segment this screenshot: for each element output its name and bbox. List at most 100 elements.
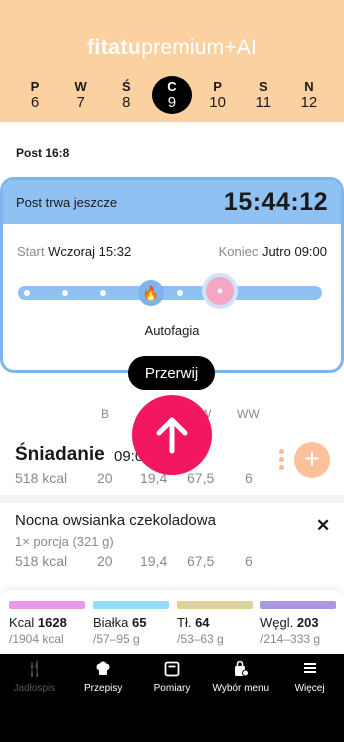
week-day-picker: P 6 W 7 Ś 8 C 9 P 10 S 11 N 12	[15, 76, 329, 114]
summary-kcal: Kcal 1628 /1904 kcal	[9, 601, 85, 646]
meal-w: 67,5	[187, 470, 215, 486]
protein-goal: /57–95 g	[93, 632, 140, 646]
day-letter: S	[258, 78, 268, 94]
fat-value: 64	[195, 615, 210, 630]
system-nav-area	[0, 700, 344, 742]
food-item-name[interactable]: Nocna owsianka czekoladowa	[15, 512, 216, 529]
nav-label: Przepisy	[84, 682, 123, 694]
fasting-card[interactable]: Post trwa jeszcze 15:44:12 Start Wczoraj…	[0, 177, 344, 373]
meal-ww: 6	[245, 470, 253, 486]
kcal-goal: /1904 kcal	[9, 632, 64, 646]
nav-diary[interactable]: 🍴︎ Jadłospis	[0, 654, 69, 700]
fasting-times: Start Wczoraj 15:32 Koniec Jutro 09:00	[17, 244, 327, 259]
item-w: 67,5	[187, 553, 215, 569]
cutlery-icon: 🍴︎	[24, 660, 45, 678]
nav-label: Wybór menu	[212, 682, 270, 694]
day-number: 10	[209, 93, 226, 111]
chef-hat-icon	[95, 661, 111, 681]
start-value: Wczoraj 15:32	[48, 244, 132, 259]
end-label: Koniec	[218, 244, 259, 259]
add-food-button[interactable]: +	[294, 442, 330, 478]
day-thu-selected[interactable]: C 9	[151, 76, 192, 114]
remove-item-icon[interactable]: ✕	[316, 516, 330, 536]
day-letter: P	[30, 78, 40, 94]
day-tue[interactable]: W 7	[61, 76, 101, 114]
divider	[0, 495, 344, 503]
fat-goal: /53–63 g	[177, 632, 224, 646]
summary-fat: Tł. 64 /53–63 g	[177, 601, 253, 646]
daily-summary[interactable]: Kcal 1628 /1904 kcal Białka 65 /57–95 g …	[0, 590, 344, 654]
item-t: 19,4	[140, 553, 168, 569]
bottom-nav: 🍴︎ Jadłospis Przepisy Pomiary Wybór menu…	[0, 654, 344, 700]
fasting-progress-track: 🔥 ●	[18, 273, 322, 309]
nav-menu-choice[interactable]: Wybór menu	[206, 654, 275, 700]
brand-suffix: premium+AI	[141, 36, 258, 59]
diary-content: Post 16:8 Post trwa jeszcze 15:44:12 Sta…	[0, 122, 344, 654]
menu-bag-icon	[233, 660, 249, 681]
meal-title[interactable]: Śniadanie	[15, 444, 105, 466]
app-logo: fitatupremium+AI	[0, 36, 344, 60]
protein-label: Białka	[93, 615, 129, 630]
nav-label: Pomiary	[153, 682, 191, 694]
kcal-label: Kcal	[9, 615, 35, 630]
day-letter: W	[74, 78, 87, 94]
carbs-goal: /214–333 g	[260, 632, 321, 646]
macro-header-b: B	[101, 407, 110, 421]
day-fri[interactable]: P 10	[198, 76, 238, 114]
day-letter: Ś	[121, 78, 131, 94]
fasting-section-title: Post 16:8	[16, 146, 70, 160]
meal-more-icon[interactable]	[279, 449, 285, 470]
fat-bar	[177, 601, 253, 609]
fasting-card-header: Post trwa jeszcze 15:44:12	[3, 180, 341, 224]
fat-label: Tł.	[177, 615, 192, 630]
fire-icon: 🔥	[138, 280, 164, 306]
break-fast-button[interactable]: Przerwij	[128, 356, 215, 390]
protein-bar	[93, 601, 169, 609]
progress-dot	[24, 290, 30, 296]
food-item-portion: 1× porcja (321 g)	[15, 534, 114, 549]
day-number: 9	[167, 93, 177, 111]
meal-b: 20	[97, 470, 113, 486]
carbs-value: 203	[296, 615, 319, 630]
scroll-up-button[interactable]	[132, 395, 212, 475]
day-wed[interactable]: Ś 8	[106, 76, 146, 114]
day-sat[interactable]: S 11	[243, 76, 283, 114]
scale-icon	[164, 661, 180, 681]
autophagy-cell-icon: ●	[202, 273, 238, 309]
fasting-timer: 15:44:12	[223, 187, 328, 216]
nav-recipes[interactable]: Przepisy	[69, 654, 138, 700]
item-kcal: 518 kcal	[15, 553, 68, 569]
progress-dot	[100, 290, 106, 296]
day-number: 6	[30, 93, 40, 111]
progress-dot	[62, 290, 68, 296]
kcal-bar	[9, 601, 85, 609]
nav-measurements[interactable]: Pomiary	[138, 654, 207, 700]
progress-dot	[177, 290, 183, 296]
brand-name: fitatu	[86, 36, 142, 59]
summary-protein: Białka 65 /57–95 g	[93, 601, 169, 646]
summary-carbs: Węgl. 203 /214–333 g	[260, 601, 336, 646]
day-sun[interactable]: N 12	[289, 76, 329, 114]
day-number: 11	[255, 93, 272, 111]
item-b: 20	[97, 553, 113, 569]
protein-value: 65	[132, 615, 147, 630]
day-mon[interactable]: P 6	[15, 76, 55, 114]
nav-label: Jadłospis	[13, 682, 56, 694]
day-number: 12	[300, 93, 318, 111]
kcal-value: 1628	[37, 615, 67, 630]
cell-icon-inner: ●	[206, 277, 234, 305]
start-label: Start	[17, 244, 45, 259]
hamburger-icon	[303, 661, 317, 681]
meal-kcal: 518 kcal	[15, 470, 68, 486]
app-header: fitatupremium+AI P 6 W 7 Ś 8 C 9 P 10 S …	[0, 0, 344, 122]
nav-label: Więcej	[294, 682, 325, 694]
item-ww: 6	[245, 553, 253, 569]
fasting-status-label: Post trwa jeszcze	[16, 194, 118, 210]
day-letter: N	[304, 78, 314, 94]
fasting-end: Koniec Jutro 09:00	[219, 244, 327, 259]
nav-more[interactable]: Więcej	[275, 654, 344, 700]
arrow-up-icon	[156, 417, 188, 454]
day-number: 7	[76, 93, 85, 111]
carbs-bar	[260, 601, 336, 609]
fasting-stage-label: Autofagia	[144, 323, 200, 338]
